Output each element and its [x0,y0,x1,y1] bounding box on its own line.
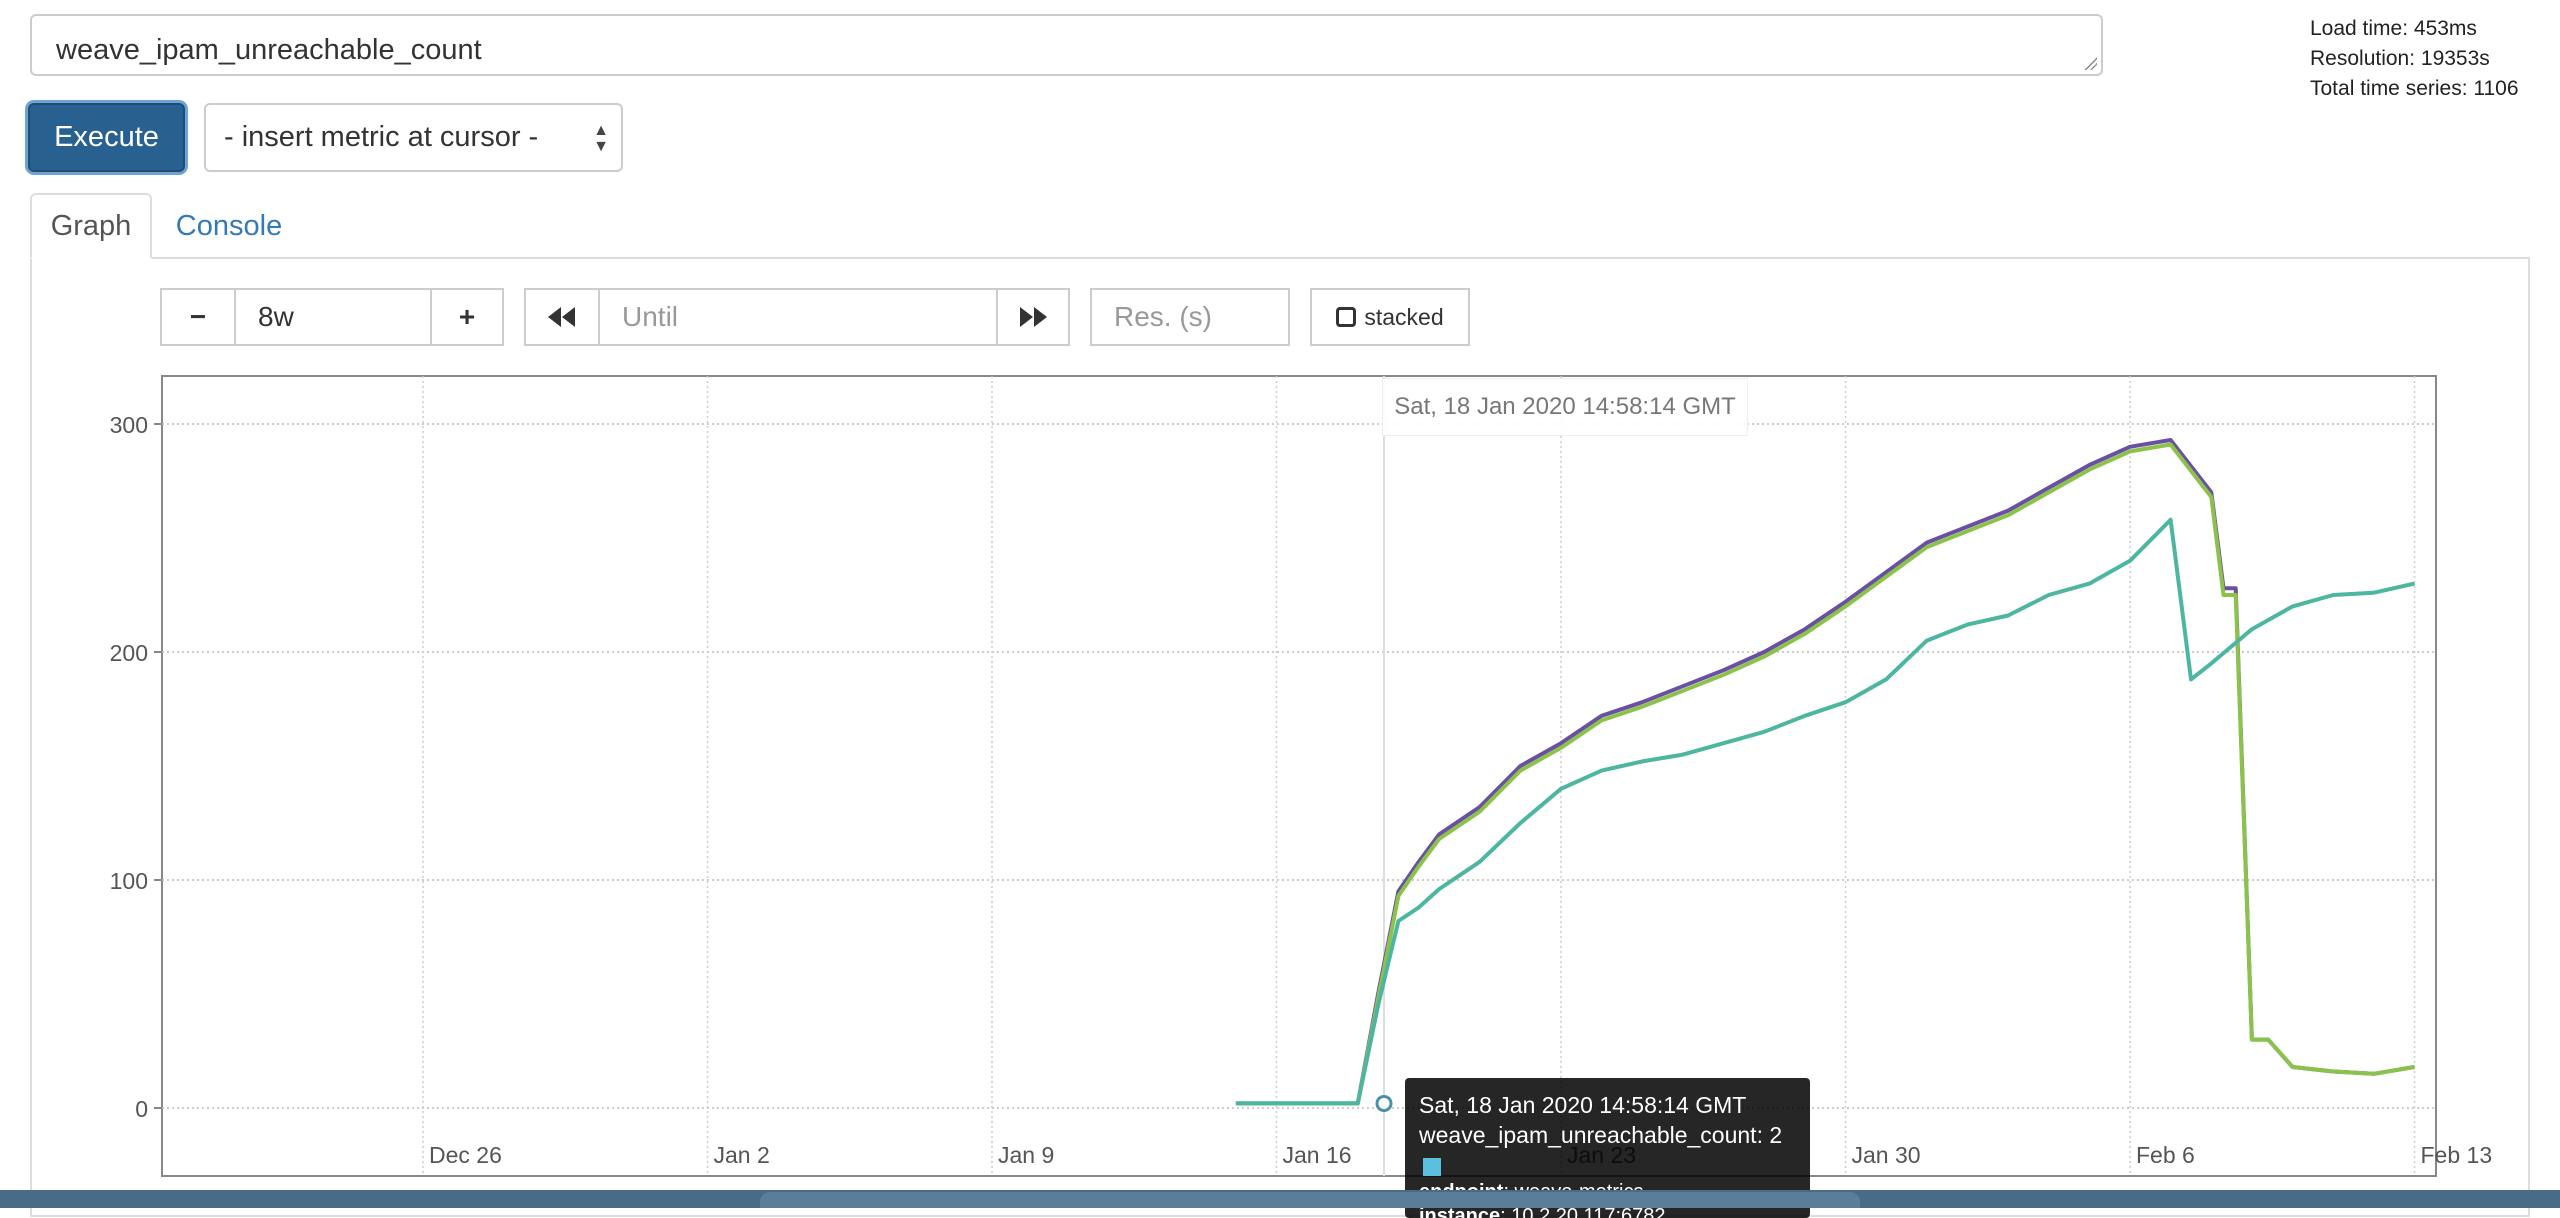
line-chart[interactable]: 0100200300Dec 26Jan 2Jan 9Jan 16Jan 23Ja… [0,0,2560,1208]
series-line-1 [1235,438,2415,1106]
hover-date-label: Sat, 18 Jan 2020 14:58:14 GMT [1382,378,1748,436]
x-tick-label: Jan 30 [1852,1142,1921,1168]
x-tick-label: Jan 2 [714,1142,770,1168]
x-tick-label: Feb 6 [2136,1142,2195,1168]
y-tick-label: 0 [135,1096,148,1122]
tooltip-metric: weave_ipam_unreachable_count: 2 [1419,1122,1783,1148]
y-tick-label: 200 [110,640,148,666]
y-tick-label: 100 [110,868,148,894]
os-dock-bar [760,1192,1860,1208]
series-line-2 [1235,442,2415,1106]
x-tick-label: Feb 13 [2421,1142,2493,1168]
hover-point [1375,1094,1393,1112]
plot-frame [161,375,2437,1177]
x-tick-label: Jan 16 [1283,1142,1352,1168]
series-swatch-icon [1423,1157,1441,1176]
x-tick-label: Dec 26 [429,1142,502,1168]
x-tick-label: Jan 9 [998,1142,1054,1168]
y-tick-label: 300 [110,412,148,438]
tab-graph[interactable]: Graph [30,193,152,259]
tooltip-date: Sat, 18 Jan 2020 14:58:14 GMT [1419,1092,1747,1118]
